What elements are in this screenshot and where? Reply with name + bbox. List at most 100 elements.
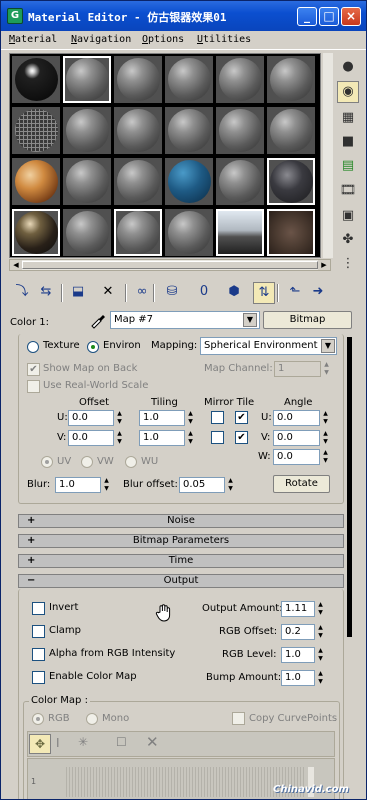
bump-amount-field[interactable]: 1.0 (281, 670, 315, 686)
output-amount-spinner[interactable]: ▲ ▼ (316, 601, 325, 617)
sample-slot[interactable] (165, 107, 213, 154)
sample-slot[interactable] (12, 158, 60, 205)
u-mirror-checkbox[interactable] (211, 411, 224, 424)
enable-color-map-checkbox[interactable] (32, 671, 45, 684)
menu-material[interactable]: Material (9, 34, 57, 45)
u-tile-checkbox[interactable]: ✔ (235, 411, 248, 424)
minimize-button[interactable]: _ (297, 7, 317, 26)
background-checker-icon[interactable]: ▦ (337, 107, 359, 129)
wu-radio[interactable] (125, 456, 137, 468)
sample-slot[interactable] (63, 56, 111, 103)
u-tiling-spinner[interactable]: ▲ ▼ (186, 410, 195, 426)
sample-slot[interactable] (267, 209, 315, 256)
show-end-result-icon[interactable]: ⇅ (253, 282, 275, 304)
clamp-checkbox[interactable] (32, 625, 45, 638)
dropdown-arrow-icon[interactable]: ▼ (243, 313, 257, 327)
bitmap-parameters-rollout-header[interactable]: + Bitmap Parameters (18, 534, 344, 548)
slots-horizontal-scrollbar[interactable]: ◀ ▶ (9, 259, 331, 271)
output-amount-field[interactable]: 1.11 (281, 601, 315, 617)
sample-slot[interactable] (216, 209, 264, 256)
sample-slot[interactable] (165, 158, 213, 205)
sample-slot[interactable] (216, 56, 264, 103)
bump-amount-spinner[interactable]: ▲ ▼ (316, 670, 325, 686)
u-offset-spinner[interactable]: ▲ ▼ (115, 410, 124, 426)
backlight-icon[interactable]: ◉ (337, 81, 359, 103)
delete-point-icon[interactable]: ☐ (116, 735, 127, 749)
map-channel-field[interactable]: 1 (274, 361, 321, 377)
menu-options[interactable]: Options (142, 34, 184, 45)
rgb-offset-spinner[interactable]: ▲ ▼ (316, 624, 325, 640)
menu-utilities[interactable]: Utilities (197, 34, 251, 45)
u-tiling-field[interactable]: 1.0 (139, 410, 185, 426)
rgb-level-field[interactable]: 1.0 (281, 647, 315, 663)
material-map-navigator-icon[interactable]: ⋮ (337, 253, 359, 275)
map-channel-spinner[interactable]: ▲ ▼ (322, 361, 331, 377)
maximize-button[interactable]: □ (319, 7, 339, 26)
environ-radio[interactable] (87, 341, 99, 353)
scroll-right-icon[interactable]: ▶ (318, 260, 330, 270)
rotate-button[interactable]: Rotate (273, 475, 330, 493)
show-map-on-back-checkbox[interactable]: ✔ (27, 363, 40, 376)
mono-radio[interactable] (86, 713, 98, 725)
rgb-offset-field[interactable]: 0.2 (281, 624, 315, 640)
material-effects-channel-icon[interactable]: 0 (193, 282, 215, 304)
sample-slot[interactable] (267, 107, 315, 154)
eyedropper-icon[interactable] (89, 311, 107, 329)
go-to-parent-icon[interactable]: ⬑ (284, 282, 306, 304)
time-rollout-header[interactable]: + Time (18, 554, 344, 568)
reset-curves-icon[interactable]: ✕ (146, 733, 159, 751)
make-unique-icon[interactable]: ∞ (131, 282, 153, 304)
title-bar[interactable]: G Material Editor - 仿古银器效果01 _ □ × (1, 1, 366, 31)
texture-radio[interactable] (27, 341, 39, 353)
sample-slot[interactable] (165, 209, 213, 256)
reset-map-icon[interactable]: ✕ (97, 282, 119, 304)
scale-point-icon[interactable]: I (56, 736, 60, 750)
w-angle-spinner[interactable]: ▲ ▼ (321, 449, 330, 465)
close-button[interactable]: × (341, 7, 361, 26)
map-name-combo[interactable]: Map #7 ▼ (110, 311, 260, 329)
v-tiling-field[interactable]: 1.0 (139, 430, 185, 446)
sample-slot[interactable] (267, 56, 315, 103)
sample-slot[interactable] (63, 158, 111, 205)
invert-checkbox[interactable] (32, 602, 45, 615)
sample-slot[interactable] (114, 56, 162, 103)
slots-vertical-scrollbar[interactable] (323, 53, 333, 258)
sample-slot[interactable] (165, 56, 213, 103)
put-material-icon[interactable]: ⇆ (35, 282, 57, 304)
sample-slot[interactable] (216, 158, 264, 205)
u-angle-spinner[interactable]: ▲ ▼ (321, 410, 330, 426)
dropdown-arrow-icon[interactable]: ▼ (321, 339, 335, 353)
sample-slot[interactable] (63, 107, 111, 154)
go-forward-to-sibling-icon[interactable]: ➜ (307, 282, 329, 304)
move-point-icon[interactable]: ✥ (29, 734, 51, 754)
sample-slot[interactable] (216, 107, 264, 154)
v-offset-field[interactable]: 0.0 (68, 430, 114, 446)
v-angle-field[interactable]: 0.0 (273, 430, 320, 446)
scroll-left-icon[interactable]: ◀ (10, 260, 22, 270)
sample-slot[interactable] (114, 158, 162, 205)
u-offset-field[interactable]: 0.0 (68, 410, 114, 426)
sample-slot[interactable] (267, 158, 315, 205)
scroll-thumb[interactable] (22, 261, 318, 269)
make-preview-icon[interactable]: 🎞 (337, 180, 359, 202)
vw-radio[interactable] (81, 456, 93, 468)
sample-slot[interactable] (12, 107, 60, 154)
copy-curve-points-checkbox[interactable] (232, 712, 245, 725)
sample-slot[interactable] (63, 209, 111, 256)
blur-field[interactable]: 1.0 (55, 477, 101, 493)
output-rollout-header[interactable]: − Output (18, 574, 344, 588)
mapping-select[interactable]: Spherical Environment ▼ (200, 337, 337, 355)
v-offset-spinner[interactable]: ▲ ▼ (115, 430, 124, 446)
noise-rollout-header[interactable]: + Noise (18, 514, 344, 528)
blur-spinner[interactable]: ▲ ▼ (102, 477, 111, 493)
v-mirror-checkbox[interactable] (211, 431, 224, 444)
v-tiling-spinner[interactable]: ▲ ▼ (186, 430, 195, 446)
blur-offset-field[interactable]: 0.05 (179, 477, 225, 493)
add-point-icon[interactable]: ✳ (78, 735, 88, 749)
sample-uv-tiling-icon[interactable]: ■ (337, 131, 359, 153)
alpha-from-rgb-checkbox[interactable] (32, 648, 45, 661)
real-world-scale-checkbox[interactable] (27, 380, 40, 393)
assign-material-icon[interactable]: ⬓ (67, 282, 89, 304)
get-material-icon[interactable]: ⤵ (11, 282, 33, 304)
panel-scroll-thumb[interactable] (347, 337, 352, 637)
